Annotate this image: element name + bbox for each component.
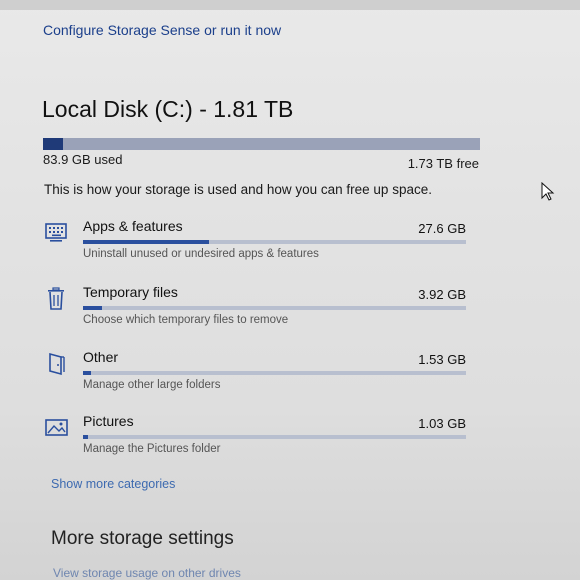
category-name: Apps & features xyxy=(83,218,183,234)
category-usage-fill xyxy=(83,306,103,310)
storage-settings-page: Configure Storage Sense or run it now Lo… xyxy=(0,0,580,580)
category-size: 1.53 GB xyxy=(418,352,466,367)
category-other[interactable]: Other 1.53 GB Manage other large folders xyxy=(44,349,474,399)
view-other-drives-link[interactable]: View storage usage on other drives xyxy=(53,566,241,580)
category-name: Other xyxy=(83,349,119,365)
more-storage-settings-heading: More storage settings xyxy=(51,528,234,549)
category-usage-fill xyxy=(83,240,210,244)
free-space-label: 1.73 TB free xyxy=(407,156,479,171)
category-name: Temporary files xyxy=(83,284,178,300)
keyboard-icon xyxy=(44,220,70,246)
mouse-pointer-icon xyxy=(541,181,555,202)
category-description: Manage the Pictures folder xyxy=(83,443,221,455)
category-size: 27.6 GB xyxy=(418,221,466,236)
storage-intro-text: This is how your storage is used and how… xyxy=(44,182,432,197)
category-temporary-files[interactable]: Temporary files 3.92 GB Choose which tem… xyxy=(44,284,474,334)
disk-title: Local Disk (C:) - 1.81 TB xyxy=(42,96,294,122)
picture-icon xyxy=(44,415,70,441)
top-edge xyxy=(0,0,580,10)
category-usage-bar xyxy=(83,371,466,375)
category-usage-bar xyxy=(83,306,466,310)
category-description: Uninstall unused or undesired apps & fea… xyxy=(83,248,319,260)
category-size: 1.03 GB xyxy=(418,416,466,431)
show-more-categories-link[interactable]: Show more categories xyxy=(51,477,175,491)
category-usage-fill xyxy=(83,435,88,439)
disk-usage-bar xyxy=(43,138,480,150)
category-name: Pictures xyxy=(83,413,134,429)
category-usage-bar xyxy=(83,240,466,244)
category-usage-bar xyxy=(83,435,466,439)
trash-icon xyxy=(44,286,70,312)
category-pictures[interactable]: Pictures 1.03 GB Manage the Pictures fol… xyxy=(44,413,474,463)
disk-usage-fill xyxy=(43,138,63,150)
category-usage-fill xyxy=(83,371,91,375)
configure-storage-sense-link[interactable]: Configure Storage Sense or run it now xyxy=(43,22,281,38)
category-size: 3.92 GB xyxy=(418,287,466,302)
category-apps-features[interactable]: Apps & features 27.6 GB Uninstall unused… xyxy=(44,218,474,268)
used-space-label: 83.9 GB used xyxy=(43,152,123,167)
category-description: Choose which temporary files to remove xyxy=(83,314,289,326)
category-description: Manage other large folders xyxy=(83,379,221,391)
door-icon xyxy=(44,351,70,377)
